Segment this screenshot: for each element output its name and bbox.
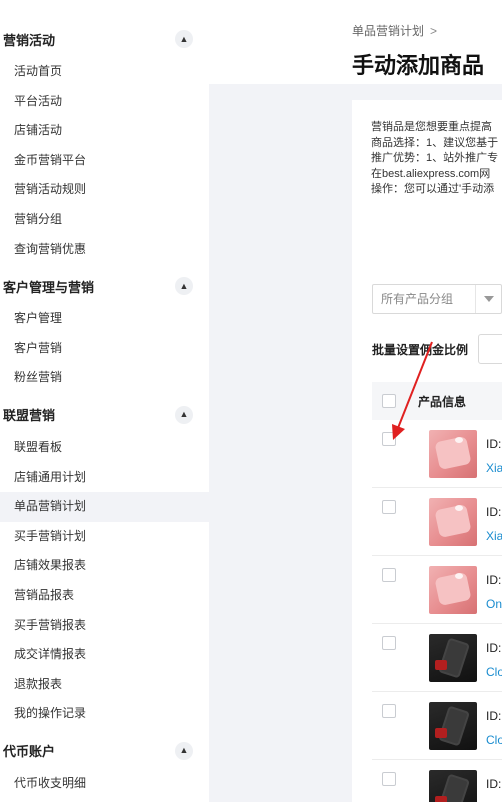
- product-thumbnail[interactable]: [429, 770, 477, 802]
- sidebar-item-product-plan[interactable]: 单品营销计划: [0, 492, 209, 522]
- product-id-label: ID:: [486, 641, 502, 655]
- product-title-link[interactable]: Xia: [486, 529, 502, 543]
- product-list-card: 所有产品分组 批量设置佣金比例 产品信息 ID: Xia ID: Xia ID:…: [352, 272, 502, 802]
- product-title-link[interactable]: Clo: [486, 733, 502, 747]
- row-checkbox[interactable]: [382, 704, 396, 718]
- product-title-link[interactable]: Clo: [486, 665, 502, 679]
- info-line: 在best.aliexpress.com网: [371, 167, 491, 180]
- row-checkbox[interactable]: [382, 432, 396, 446]
- nav-group-header[interactable]: 客户管理与营销 ▲: [0, 268, 209, 304]
- page-header: 单品营销计划 > 手动添加商品: [209, 0, 502, 84]
- nav-group-affiliate: 联盟营销 ▲ 联盟看板 店铺通用计划 单品营销计划 买手营销计划 店铺效果报表 …: [0, 397, 209, 729]
- product-rows: ID: Xia ID: Xia ID: On ID: Clo ID: Clo I…: [372, 420, 502, 802]
- product-thumbnail[interactable]: [429, 430, 477, 478]
- sidebar-item-customer-management[interactable]: 客户管理: [0, 304, 209, 334]
- sidebar-item-platform-activity[interactable]: 平台活动: [0, 87, 209, 117]
- sidebar-item-buyer-report[interactable]: 买手营销报表: [0, 611, 209, 641]
- product-thumbnail[interactable]: [429, 566, 477, 614]
- product-id-label: ID:: [486, 777, 502, 791]
- product-id-label: ID:: [486, 437, 502, 451]
- chevron-up-icon[interactable]: ▲: [175, 30, 193, 48]
- nav-group-title: 代币账户: [3, 744, 56, 760]
- product-thumbnail[interactable]: [429, 702, 477, 750]
- nav-group-token-account: 代币账户 ▲ 代币收支明细: [0, 733, 209, 799]
- batch-commission-label: 批量设置佣金比例: [372, 342, 469, 357]
- table-row: ID: Xia: [372, 488, 502, 556]
- chevron-down-icon[interactable]: [475, 285, 501, 313]
- nav-group-title: 联盟营销: [3, 408, 56, 424]
- breadcrumb-separator-icon: >: [430, 24, 438, 38]
- batch-commission-input[interactable]: [478, 334, 502, 364]
- sidebar-item-activity-home[interactable]: 活动首页: [0, 57, 209, 87]
- product-group-select[interactable]: 所有产品分组: [372, 284, 502, 314]
- column-header-product-info: 产品信息: [418, 394, 467, 409]
- chevron-up-icon[interactable]: ▲: [175, 277, 193, 296]
- sidebar-item-product-report[interactable]: 营销品报表: [0, 581, 209, 611]
- breadcrumb-link[interactable]: 单品营销计划: [352, 24, 424, 38]
- chevron-up-icon[interactable]: ▲: [175, 741, 193, 760]
- sidebar-item-query-discounts[interactable]: 查询营销优惠: [0, 235, 209, 265]
- table-row: ID: Xia: [372, 420, 502, 488]
- info-line: 操作：您可以通过'手动添: [371, 183, 495, 195]
- table-row: ID: On: [372, 556, 502, 624]
- product-thumbnail[interactable]: [429, 498, 477, 546]
- product-group-select-value: 所有产品分组: [381, 292, 454, 306]
- sidebar-item-store-report[interactable]: 店铺效果报表: [0, 551, 209, 581]
- select-all-checkbox[interactable]: [382, 394, 396, 408]
- table-row: ID: Clo: [372, 624, 502, 692]
- product-title-link[interactable]: Xia: [486, 461, 502, 475]
- batch-commission-row: 批量设置佣金比例: [372, 334, 502, 364]
- nav-group-header[interactable]: 联盟营销 ▲: [0, 397, 209, 433]
- chevron-up-icon[interactable]: ▲: [175, 405, 193, 424]
- sidebar-item-store-plan[interactable]: 店铺通用计划: [0, 463, 209, 493]
- sidebar-item-coin-platform[interactable]: 金币营销平台: [0, 146, 209, 176]
- table-header: 产品信息: [372, 382, 502, 420]
- sidebar-item-fan-marketing[interactable]: 粉丝营销: [0, 363, 209, 393]
- product-id-label: ID:: [486, 709, 502, 723]
- page-title: 手动添加商品: [352, 53, 485, 78]
- sidebar-item-affiliate-dashboard[interactable]: 联盟看板: [0, 433, 209, 463]
- product-title-link[interactable]: On: [486, 597, 502, 611]
- sidebar-item-refund-report[interactable]: 退款报表: [0, 670, 209, 700]
- product-id-label: ID:: [486, 573, 502, 587]
- breadcrumb: 单品营销计划 >: [352, 22, 437, 39]
- sidebar-item-customer-marketing[interactable]: 客户营销: [0, 334, 209, 364]
- nav-group-marketing: 营销活动 ▲ 活动首页 平台活动 店铺活动 金币营销平台 营销活动规则 营销分组…: [0, 21, 209, 264]
- info-line: 商品选择：1、建议您基于: [371, 136, 499, 149]
- table-row: ID:: [372, 760, 502, 802]
- nav-group-header[interactable]: 营销活动 ▲: [0, 21, 209, 57]
- table-row: ID: Clo: [372, 692, 502, 760]
- info-notice: 营销品是您想要重点提高 商品选择：1、建议您基于 推广优势：1、站外推广专 在b…: [352, 100, 502, 273]
- nav-group-title: 营销活动: [3, 32, 56, 48]
- sidebar-item-buyer-plan[interactable]: 买手营销计划: [0, 522, 209, 552]
- nav-group-customers: 客户管理与营销 ▲ 客户管理 客户营销 粉丝营销: [0, 268, 209, 393]
- nav-group-header[interactable]: 代币账户 ▲: [0, 733, 209, 769]
- info-line: 推广优势：1、站外推广专: [371, 152, 499, 164]
- sidebar-item-activity-rules[interactable]: 营销活动规则: [0, 175, 209, 205]
- row-checkbox[interactable]: [382, 772, 396, 786]
- sidebar-item-deal-report[interactable]: 成交详情报表: [0, 640, 209, 670]
- sidebar: 营销活动 ▲ 活动首页 平台活动 店铺活动 金币营销平台 营销活动规则 营销分组…: [0, 0, 209, 802]
- row-checkbox[interactable]: [382, 568, 396, 582]
- main-content: 单品营销计划 > 手动添加商品 营销品是您想要重点提高 商品选择：1、建议您基于 …: [209, 0, 502, 802]
- row-checkbox[interactable]: [382, 500, 396, 514]
- sidebar-item-store-activity[interactable]: 店铺活动: [0, 116, 209, 146]
- sidebar-item-operation-log[interactable]: 我的操作记录: [0, 699, 209, 729]
- nav-group-title: 客户管理与营销: [3, 279, 95, 295]
- sidebar-item-token-statement[interactable]: 代币收支明细: [0, 769, 209, 799]
- product-thumbnail[interactable]: [429, 634, 477, 682]
- sidebar-item-marketing-groups[interactable]: 营销分组: [0, 205, 209, 235]
- row-checkbox[interactable]: [382, 636, 396, 650]
- info-line: 营销品是您想要重点提高: [371, 121, 492, 133]
- product-id-label: ID:: [486, 505, 502, 519]
